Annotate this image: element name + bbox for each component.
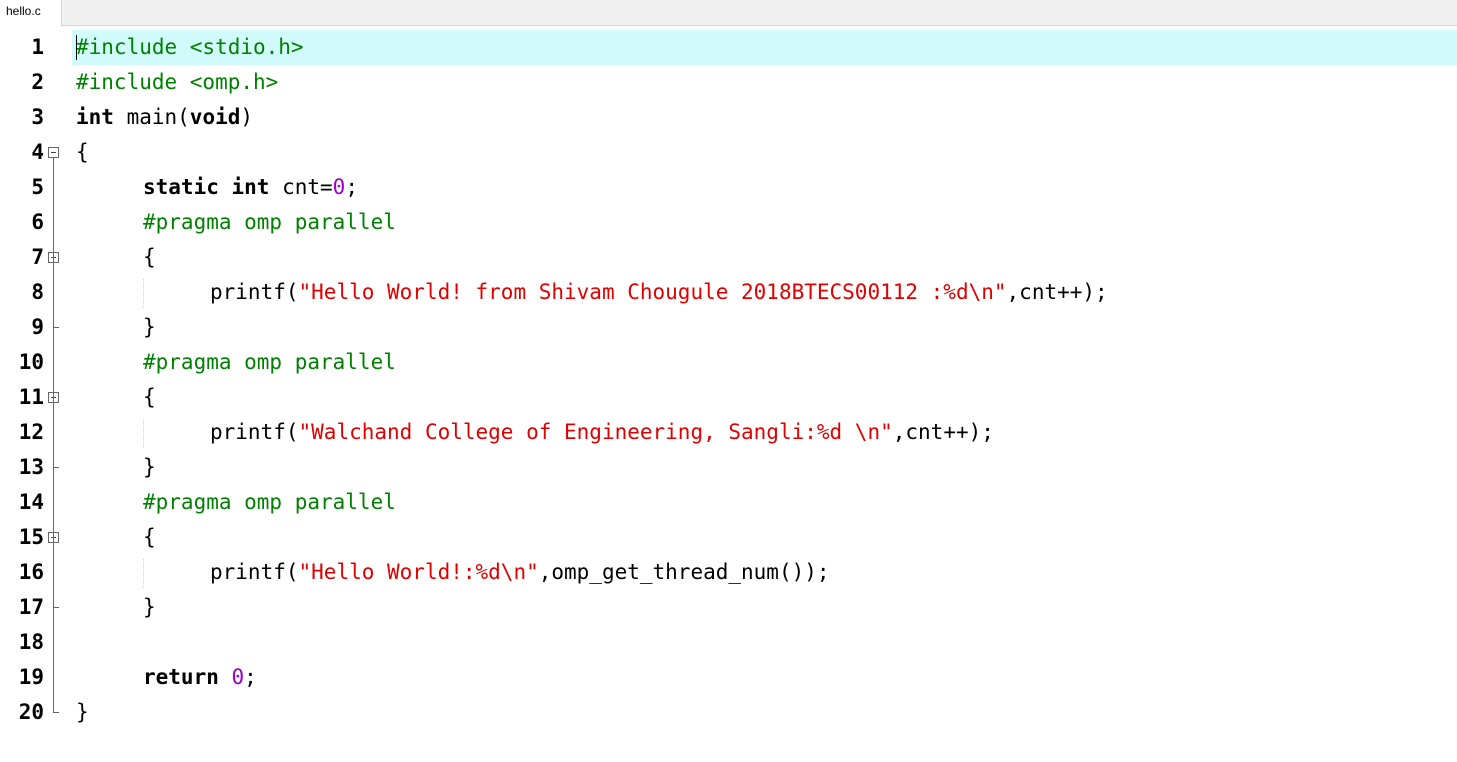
code-token-plain: printf( [210,280,299,304]
line-number: 18 [18,630,44,654]
code-line[interactable]: int main(void) [72,100,1457,135]
code-line[interactable]: printf("Hello World!:%d\n",omp_get_threa… [72,555,1457,590]
indent-guide [143,419,144,448]
code-token-plain: { [143,525,156,549]
code-token-pre: #pragma omp parallel [143,490,396,514]
line-number: 8 [31,280,44,304]
code-token-plain: main( [113,105,190,129]
code-line[interactable]: #pragma omp parallel [72,485,1457,520]
tab-hello-c[interactable]: hello.c [0,0,62,26]
fold-line [53,158,54,712]
fold-toggle-icon[interactable] [48,147,59,158]
code-line[interactable]: #pragma omp parallel [72,345,1457,380]
code-token-plain: { [143,385,156,409]
code-token-plain: { [76,140,89,164]
line-number: 13 [18,455,44,479]
code-token-plain: printf( [210,420,299,444]
line-number: 1 [31,35,44,59]
code-token-pre: #include <omp.h> [76,70,279,94]
code-token-plain: } [143,595,156,619]
line-number: 7 [31,245,44,269]
line-number: 5 [31,175,44,199]
code-line[interactable]: { [72,240,1457,275]
code-token-str: "Hello World!:%d\n" [298,560,539,584]
line-number: 11 [18,385,44,409]
fold-end-tick [53,712,59,713]
code-token-plain: ,cnt++); [1006,280,1108,304]
text-caret [76,35,77,60]
code-line[interactable] [72,625,1457,660]
code-token-num: 0 [231,665,245,689]
indent-guide [143,279,144,308]
code-editor[interactable]: 1 2 3 4 5 6 7 8 9 10 11 12 13 14 15 16 17 18 19 20 #include… [0,27,1457,762]
line-number: 3 [31,105,44,129]
code-line[interactable]: #include <stdio.h> [72,30,1457,65]
code-token-plain: ; [345,175,358,199]
indent-guide [143,559,144,588]
line-number: 4 [31,140,44,164]
code-token-kw: static int [143,175,270,199]
code-token-plain: ,omp_get_thread_num()); [538,560,830,584]
line-number: 14 [18,490,44,514]
line-number: 16 [18,560,44,584]
code-line[interactable]: { [72,135,1457,170]
line-number: 15 [18,525,44,549]
code-token-plain: cnt= [269,175,333,199]
line-number: 6 [31,210,44,234]
code-token-plain: ) [240,105,254,129]
code-token-pre: #pragma omp parallel [143,210,396,234]
line-number: 12 [18,420,44,444]
code-token-str: "Hello World! from Shivam Chougule 2018B… [298,280,1007,304]
fold-end-tick [53,607,59,608]
line-number-gutter: 1 2 3 4 5 6 7 8 9 10 11 12 13 14 15 16 17 18 19 20 [0,27,72,762]
code-token-plain: } [76,700,89,724]
code-line[interactable]: } [72,450,1457,485]
code-line[interactable]: #pragma omp parallel [72,205,1457,240]
fold-end-tick [53,327,59,328]
fold-end-tick [53,467,59,468]
code-line[interactable]: return 0; [72,660,1457,695]
line-number: 10 [18,350,44,374]
code-line[interactable]: } [72,310,1457,345]
editor-window: hello.c 1 2 3 4 5 6 7 8 9 10 11 12 13 14 15 16 17 18 19 20 … [0,0,1457,762]
code-token-kw: void [189,105,241,129]
code-line[interactable]: static int cnt=0; [72,170,1457,205]
code-line[interactable]: } [72,695,1457,730]
code-line[interactable]: { [72,380,1457,415]
line-number: 9 [31,315,44,339]
code-token-plain: printf( [210,560,299,584]
code-token-num: 0 [332,175,346,199]
code-token-kw: int [76,105,114,129]
code-token-pre: #pragma omp parallel [143,350,396,374]
code-line[interactable]: printf("Walchand College of Engineering,… [72,415,1457,450]
line-number: 2 [31,70,44,94]
line-number: 20 [18,700,44,724]
code-line[interactable]: } [72,590,1457,625]
code-token-kw: return [143,665,219,689]
code-line[interactable]: { [72,520,1457,555]
code-token-pre: #include <stdio.h> [76,35,304,59]
code-token-plain: { [143,245,156,269]
code-line[interactable]: printf("Hello World! from Shivam Chougul… [72,275,1457,310]
line-number: 17 [18,595,44,619]
code-token-plain: } [143,455,156,479]
code-token-plain: ,cnt++); [892,420,994,444]
tab-bar: hello.c [0,0,1457,26]
code-line[interactable]: #include <omp.h> [72,65,1457,100]
line-number: 19 [18,665,44,689]
code-token-plain: } [143,315,156,339]
code-token-plain: ; [244,665,257,689]
code-token-str: "Walchand College of Engineering, Sangli… [298,420,893,444]
